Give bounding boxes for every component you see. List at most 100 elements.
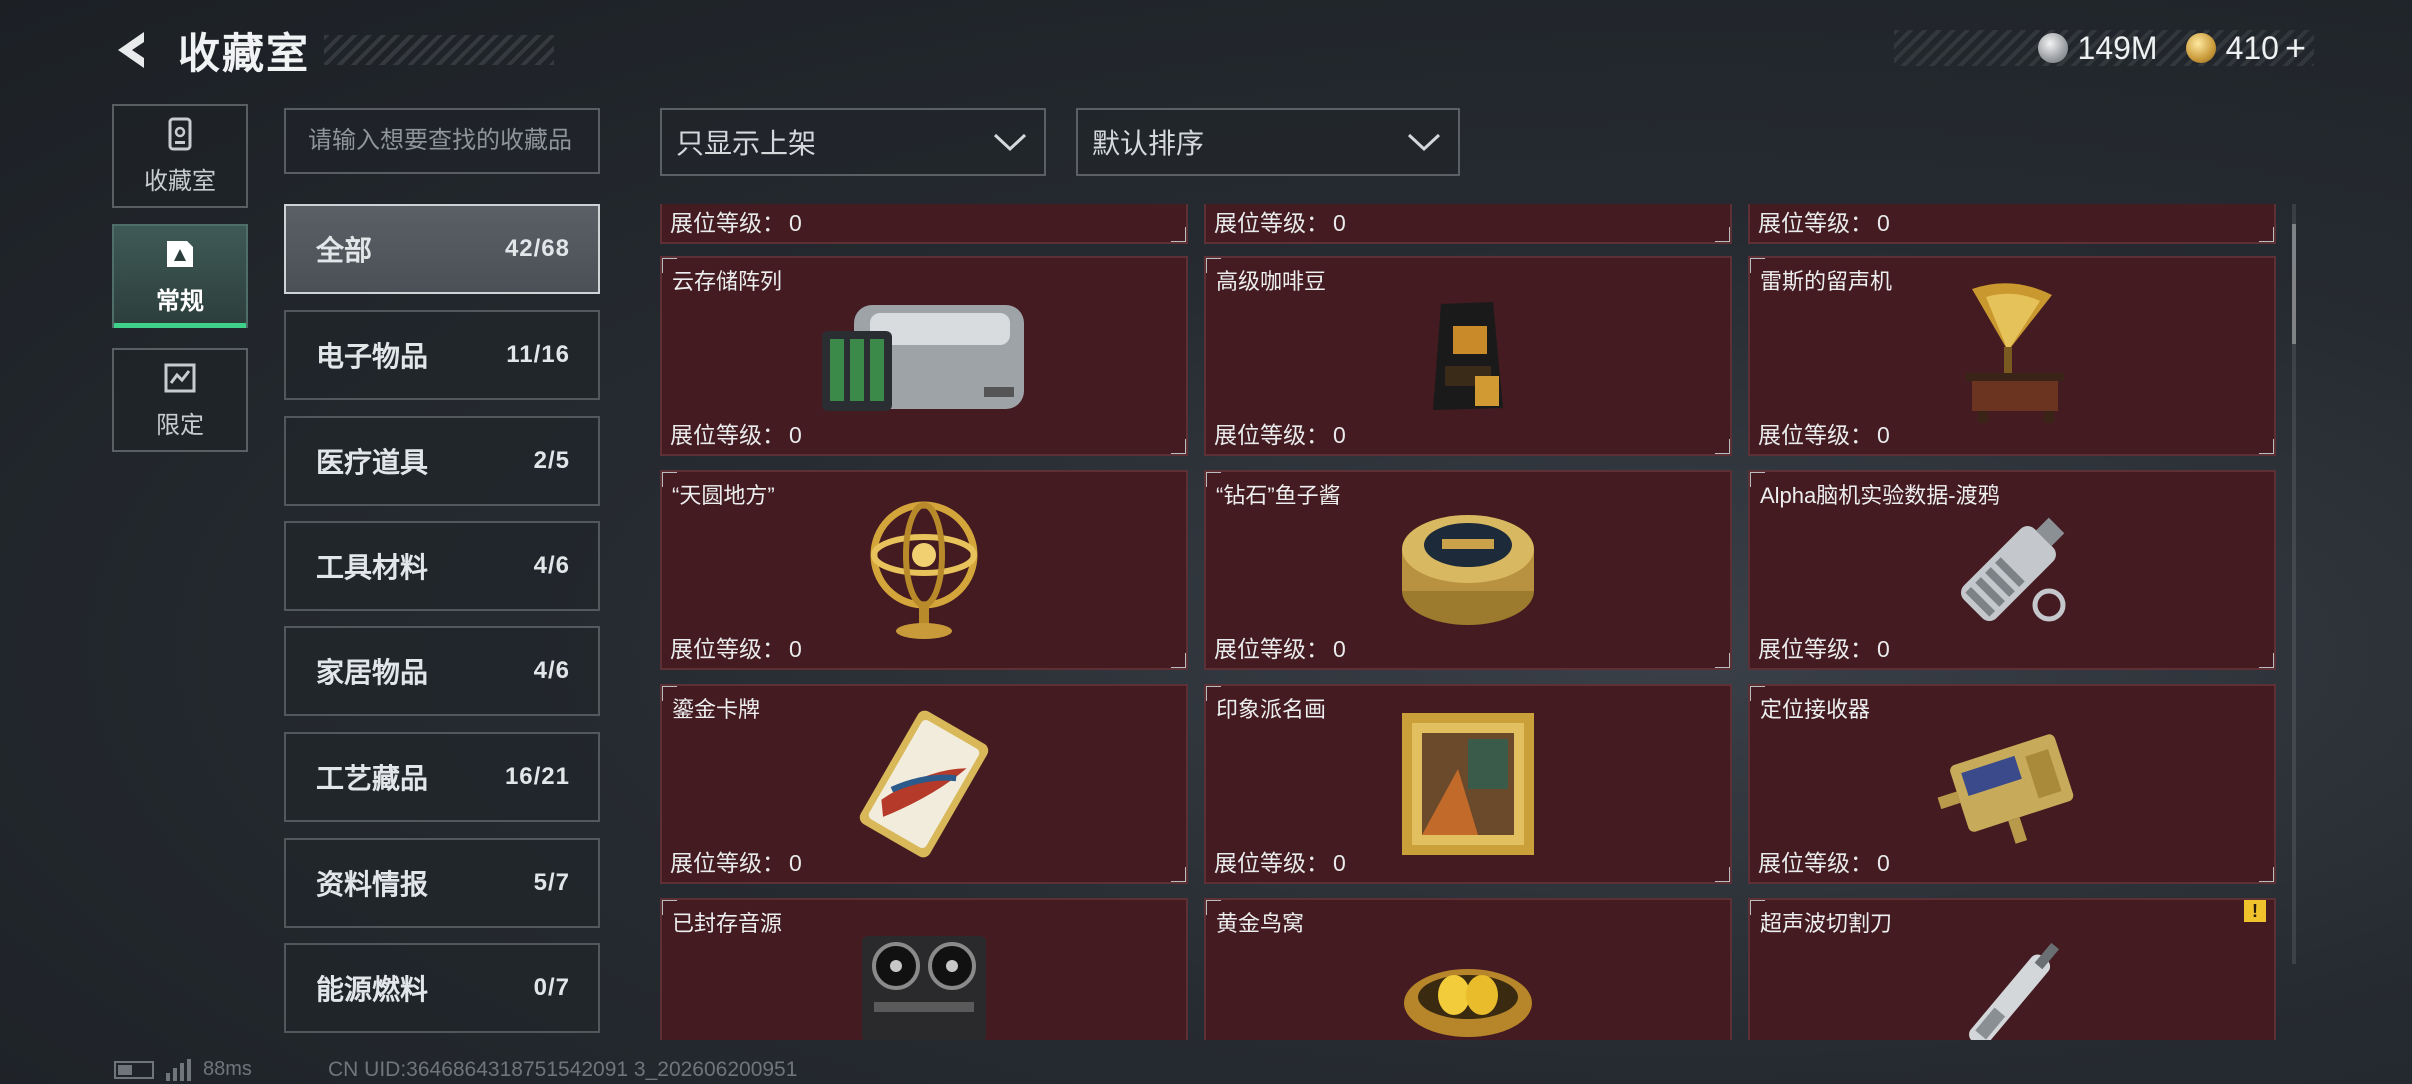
gold-amount: 410 [2225, 29, 2279, 66]
collection-card[interactable]: “钻石”鱼子酱 展位等级： 0 [1204, 470, 1732, 670]
gilded-card-icon [859, 710, 989, 858]
item-name: 已封存音源 [672, 911, 783, 936]
side-tab-label: 常规 [156, 287, 204, 315]
collection-card[interactable]: 展位等级： 0 [1204, 204, 1732, 244]
currency-bar: 149M 410 + [1894, 27, 2314, 69]
collection-card[interactable]: “天圆地方” 展位等级： 0 [660, 470, 1188, 670]
server-array-icon [822, 305, 1024, 411]
silver-coin-icon [2037, 33, 2068, 63]
add-currency-button[interactable]: + [2285, 27, 2306, 69]
collection-card[interactable]: Alpha脑机实验数据-渡鸦 展位等级： 0 [1748, 470, 2276, 670]
receiver-icon [1937, 734, 2074, 844]
dropdown-value: 只显示上架 [676, 128, 817, 159]
page-title: 收藏室 [178, 29, 311, 77]
booth-level: 展位等级： 0 [1758, 636, 1890, 662]
side-tab-regular[interactable]: 常规 [112, 224, 248, 328]
painting-icon [1402, 713, 1534, 855]
side-tab-limited[interactable]: 限定 [112, 348, 248, 452]
booth-level: 展位等级： 0 [1758, 210, 1890, 236]
category-count: 2/5 [533, 447, 570, 474]
side-tab-collection-room[interactable]: 收藏室 [112, 104, 248, 208]
sort-dropdown[interactable]: 默认排序 [1076, 108, 1460, 176]
item-name: 黄金鸟窝 [1216, 911, 1305, 936]
category-name: 工具材料 [316, 552, 429, 583]
armillary-sphere-icon [870, 501, 978, 639]
booth-level: 展位等级： 0 [670, 850, 802, 876]
category-count: 4/6 [533, 657, 570, 684]
side-tab-label: 收藏室 [144, 167, 216, 195]
category-count: 4/6 [533, 552, 570, 579]
category-name: 家居物品 [316, 657, 429, 688]
category-medical[interactable]: 医疗道具 2/5 [284, 416, 600, 506]
category-count: 42/68 [504, 235, 570, 262]
golden-nest-icon [1404, 969, 1532, 1037]
category-count: 0/7 [533, 974, 570, 1001]
collection-grid: 展位等级： 0 展位等级： 0 展位等级： 0 云存储阵列 展位等级： 0 高级咖啡豆 … [660, 204, 2276, 1040]
collection-card[interactable]: 展位等级： 0 [1748, 204, 2276, 244]
item-name: 定位接收器 [1760, 697, 1871, 722]
booth-level: 展位等级： 0 [1214, 210, 1346, 236]
data-drive-icon [1960, 517, 2066, 622]
side-tab-label: 限定 [156, 411, 204, 439]
booth-level: 展位等级： 0 [1758, 422, 1890, 448]
collection-card[interactable]: 定位接收器 展位等级： 0 [1748, 684, 2276, 884]
signal-icon [166, 1058, 191, 1081]
category-count: 16/21 [504, 763, 570, 790]
category-crafts[interactable]: 工艺藏品 16/21 [284, 732, 600, 822]
category-name: 资料情报 [316, 869, 429, 900]
collection-card[interactable]: 印象派名画 展位等级： 0 [1204, 684, 1732, 884]
uid-text: CN UID:3646864318751542091 3_20260620095… [328, 1058, 798, 1081]
category-household[interactable]: 家居物品 4/6 [284, 626, 600, 716]
category-name: 医疗道具 [316, 447, 429, 478]
category-count: 11/16 [506, 341, 570, 368]
booth-level: 展位等级： 0 [1758, 850, 1890, 876]
gramophone-icon [1966, 283, 2064, 423]
category-name: 工艺藏品 [316, 763, 429, 794]
collection-card[interactable]: 超声波切割刀 ! [1748, 898, 2276, 1040]
collection-card[interactable]: 黄金鸟窝 [1204, 898, 1732, 1040]
collection-card[interactable]: 高级咖啡豆 展位等级： 0 [1204, 256, 1732, 456]
dropdown-value: 默认排序 [1092, 128, 1205, 159]
item-name: “天圆地方” [672, 483, 775, 508]
category-name: 能源燃料 [316, 974, 429, 1005]
category-electronics[interactable]: 电子物品 11/16 [284, 310, 600, 400]
collection-card[interactable]: 展位等级： 0 [660, 204, 1188, 244]
grid-scrollbar[interactable] [2292, 204, 2296, 964]
collection-card[interactable]: 云存储阵列 展位等级： 0 [660, 256, 1188, 456]
status-bar: 88ms [114, 1058, 252, 1081]
chevron-down-icon [1407, 133, 1441, 152]
category-tools[interactable]: 工具材料 4/6 [284, 521, 600, 611]
title-decoration [324, 35, 555, 65]
back-arrow-icon[interactable] [110, 28, 154, 72]
battery-icon [114, 1060, 154, 1079]
shelf-filter-dropdown[interactable]: 只显示上架 [660, 108, 1046, 176]
collection-card[interactable]: 鎏金卡牌 展位等级： 0 [660, 684, 1188, 884]
item-name: 云存储阵列 [672, 269, 783, 294]
scrollbar-thumb[interactable] [2292, 224, 2296, 344]
item-name: “钻石”鱼子酱 [1216, 483, 1341, 508]
booth-level: 展位等级： 0 [670, 636, 802, 662]
ping-text: 88ms [203, 1058, 252, 1080]
regular-icon [167, 240, 193, 267]
ultrasonic-cutter-icon [1969, 942, 2060, 1040]
silver-amount: 149M [2077, 29, 2158, 66]
item-name: 鎏金卡牌 [672, 697, 761, 722]
booth-level: 展位等级： 0 [670, 422, 802, 448]
collection-room-icon [168, 117, 192, 150]
item-name: 印象派名画 [1216, 697, 1327, 722]
gold-coin-icon [2185, 33, 2216, 63]
collection-card[interactable]: 雷斯的留声机 展位等级： 0 [1748, 256, 2276, 456]
page-header: 收藏室 [110, 22, 555, 78]
booth-level: 展位等级： 0 [1214, 422, 1346, 448]
category-energy[interactable]: 能源燃料 0/7 [284, 943, 600, 1033]
collection-card[interactable]: 已封存音源 [660, 898, 1188, 1040]
search-input[interactable] [284, 108, 600, 174]
category-intel[interactable]: 资料情报 5/7 [284, 838, 600, 928]
category-all[interactable]: 全部 42/68 [284, 204, 600, 294]
category-count: 5/7 [533, 869, 570, 896]
warning-badge-icon: ! [2244, 900, 2266, 922]
chevron-down-icon [993, 133, 1027, 152]
category-name: 全部 [316, 235, 373, 266]
booth-level: 展位等级： 0 [1214, 636, 1346, 662]
booth-level: 展位等级： 0 [1214, 850, 1346, 876]
